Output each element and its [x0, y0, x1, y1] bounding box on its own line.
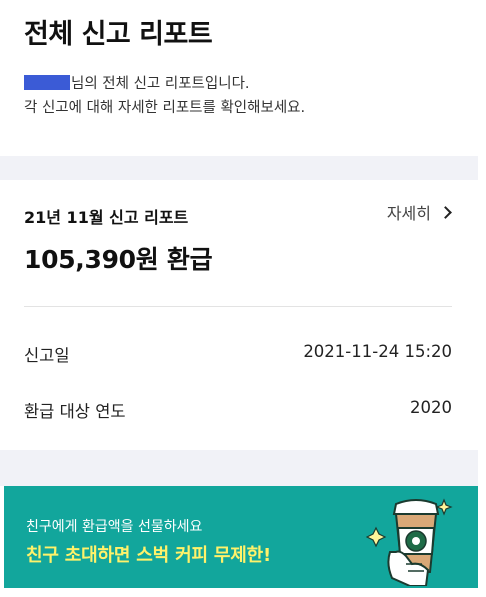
subtitle-text-1: 님의 전체 신고 리포트입니다. — [71, 76, 250, 92]
refund-amount: 105,390원 환급 — [24, 245, 213, 274]
report-card[interactable]: 21년 11월 신고 리포트 자세히 105,390원 환급 신고일 2021-… — [0, 180, 486, 450]
coffee-cup-icon — [366, 498, 453, 586]
chevron-right-icon — [439, 205, 452, 219]
redacted-user-name — [24, 75, 70, 90]
header: 전체 신고 리포트 님의 전체 신고 리포트입니다. 각 신고에 대해 자세한 … — [0, 0, 486, 156]
report-row-filing-date: 신고일 2021-11-24 15:20 — [24, 342, 452, 366]
row-label: 환급 대상 연도 — [24, 402, 126, 421]
subtitle-line-1: 님의 전체 신고 리포트입니다. — [24, 72, 250, 93]
detail-link-label: 자세히 — [386, 204, 431, 223]
detail-link[interactable]: 자세히 — [386, 200, 452, 224]
subtitle-line-2: 각 신고에 대해 자세한 리포트를 확인해보세요. — [24, 100, 306, 116]
row-label: 신고일 — [24, 346, 70, 365]
banner-headline: 친구 초대하면 스벅 커피 무제한! — [26, 545, 271, 566]
page-title: 전체 신고 리포트 — [24, 19, 213, 50]
row-value: 2020 — [410, 398, 452, 417]
section-divider-band — [0, 156, 486, 180]
report-row-refund-year: 환급 대상 연도 2020 — [24, 398, 452, 422]
divider — [24, 306, 452, 307]
report-month-title: 21년 11월 신고 리포트 — [24, 208, 189, 227]
row-value: 2021-11-24 15:20 — [303, 342, 452, 361]
invite-friend-banner[interactable]: 친구에게 환급액을 선물하세요 친구 초대하면 스벅 커피 무제한! — [4, 486, 478, 588]
section-divider-band — [0, 450, 486, 486]
right-edge — [478, 0, 486, 597]
banner-subtitle: 친구에게 환급액을 선물하세요 — [26, 519, 203, 535]
